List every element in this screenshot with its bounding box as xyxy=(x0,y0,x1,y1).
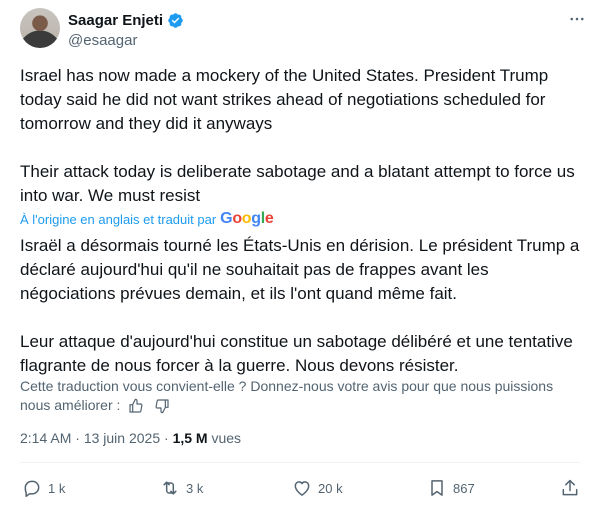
like-button[interactable]: 20 k xyxy=(292,478,343,498)
translated-paragraph: Israël a désormais tourné les États-Unis… xyxy=(20,236,580,303)
tweet-date[interactable]: 13 juin 2025 xyxy=(84,430,160,446)
tweet: Saagar Enjeti @esaagar Israel has now ma… xyxy=(0,0,600,512)
more-icon[interactable] xyxy=(566,8,588,30)
tweet-translated-text: Israël a désormais tourné les États-Unis… xyxy=(20,234,580,378)
meta-separator: · xyxy=(75,430,80,446)
tweet-time[interactable]: 2:14 AM xyxy=(20,430,71,446)
tweet-meta: 2:14 AM · 13 juin 2025 · 1,5 M vues xyxy=(20,430,241,446)
verified-badge-icon xyxy=(168,13,183,28)
action-bar: 1 k 3 k 20 k 867 xyxy=(20,478,580,502)
reply-count: 1 k xyxy=(48,480,66,496)
meta-separator: · xyxy=(164,430,169,446)
name-row: Saagar Enjeti xyxy=(68,12,184,29)
feedback-prompt: Cette traduction vous convient-elle ? Do… xyxy=(20,378,554,413)
bookmark-icon xyxy=(431,480,443,496)
original-paragraph: Their attack today is deliberate sabotag… xyxy=(20,162,575,205)
like-count: 20 k xyxy=(318,480,343,496)
thumbs-up-icon[interactable] xyxy=(128,398,144,414)
bookmark-button[interactable]: 867 xyxy=(427,478,475,498)
translation-attribution[interactable]: À l'origine en anglais et traduit par Go… xyxy=(20,210,274,228)
bookmark-count: 867 xyxy=(453,480,475,496)
author-name[interactable]: Saagar Enjeti xyxy=(68,12,163,29)
views-label: vues xyxy=(211,430,242,446)
tweet-original-text: Israel has now made a mockery of the Uni… xyxy=(20,64,580,208)
translation-attribution-text: À l'origine en anglais et traduit par xyxy=(20,211,217,227)
avatar[interactable] xyxy=(20,8,60,48)
reply-icon xyxy=(24,480,40,498)
original-paragraph: Israel has now made a mockery of the Uni… xyxy=(20,66,549,133)
author-handle[interactable]: @esaagar xyxy=(68,32,137,49)
translation-feedback: Cette traduction vous convient-elle ? Do… xyxy=(20,377,580,415)
thumbs-down-icon[interactable] xyxy=(154,398,170,414)
repost-icon xyxy=(163,481,177,495)
views-count[interactable]: 1,5 M xyxy=(173,430,208,446)
like-icon xyxy=(294,481,310,496)
repost-count: 3 k xyxy=(186,480,204,496)
translated-paragraph: Leur attaque d'aujourd'hui constitue un … xyxy=(20,332,573,375)
repost-button[interactable]: 3 k xyxy=(160,478,203,498)
reply-button[interactable]: 1 k xyxy=(22,478,65,498)
google-logo: Google xyxy=(220,210,274,227)
divider xyxy=(20,462,580,463)
share-button[interactable] xyxy=(560,478,580,498)
tweet-header: Saagar Enjeti @esaagar xyxy=(20,8,590,50)
share-icon xyxy=(562,479,578,496)
